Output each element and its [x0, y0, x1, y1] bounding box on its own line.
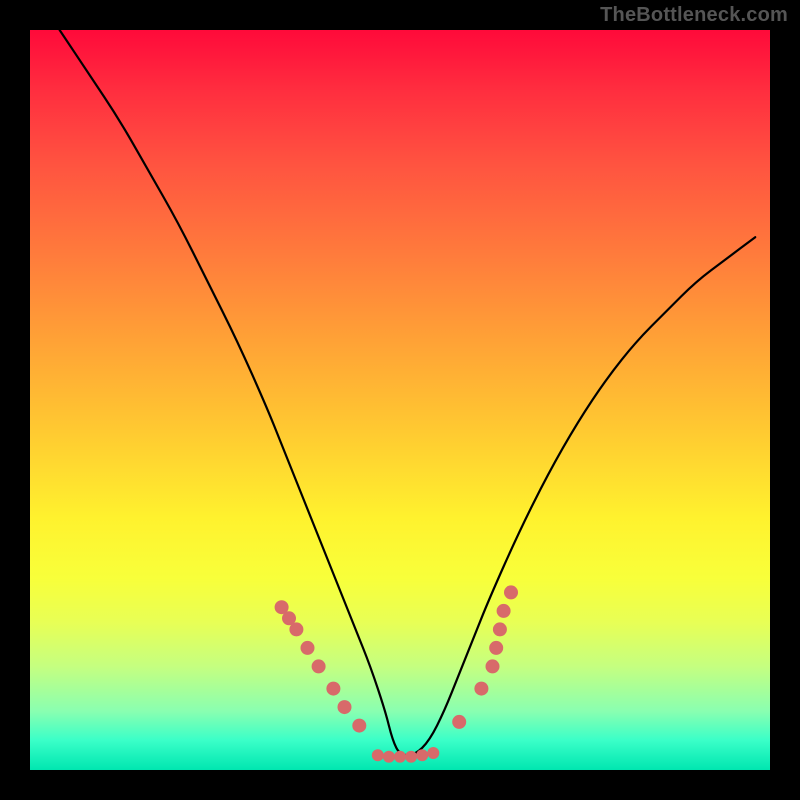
- data-point: [486, 659, 500, 673]
- data-point: [493, 622, 507, 636]
- data-point: [504, 585, 518, 599]
- chart-svg: [30, 30, 770, 770]
- data-point: [312, 659, 326, 673]
- data-point: [489, 641, 503, 655]
- data-point: [416, 749, 428, 761]
- data-point: [452, 715, 466, 729]
- data-point: [352, 719, 366, 733]
- data-point: [338, 700, 352, 714]
- data-points-group: [275, 585, 518, 762]
- data-point: [289, 622, 303, 636]
- watermark-text: TheBottleneck.com: [600, 4, 788, 27]
- data-point: [383, 751, 395, 763]
- data-point: [497, 604, 511, 618]
- bottleneck-curve: [60, 30, 756, 755]
- data-point: [326, 682, 340, 696]
- data-point: [405, 751, 417, 763]
- data-point: [394, 751, 406, 763]
- data-point: [301, 641, 315, 655]
- chart-plot-area: [30, 30, 770, 770]
- data-point: [427, 747, 439, 759]
- data-point: [372, 749, 384, 761]
- data-point: [474, 682, 488, 696]
